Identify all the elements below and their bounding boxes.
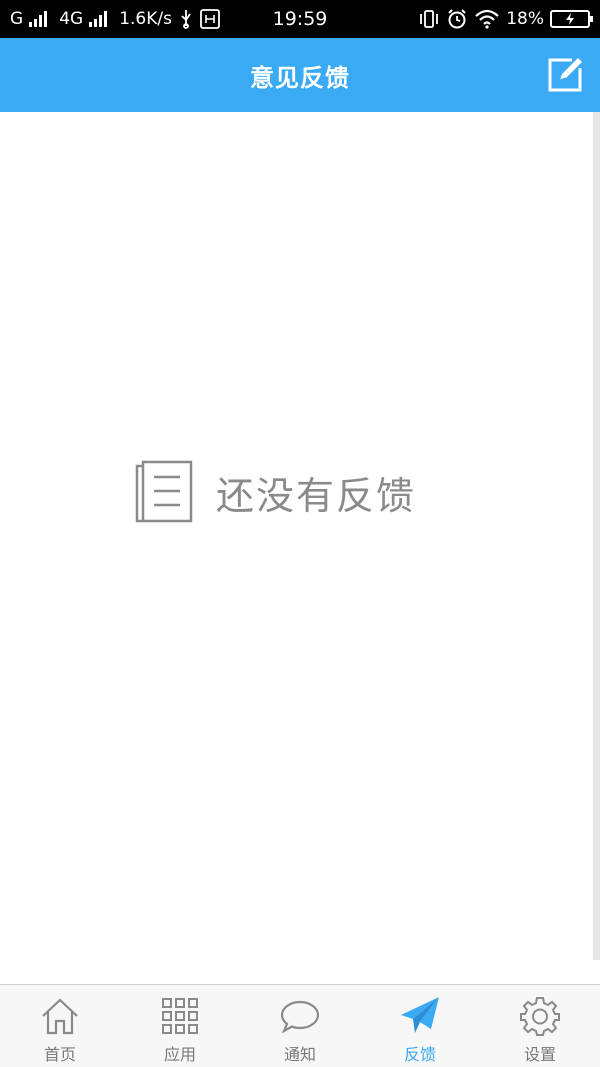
- charging-bolt-icon: [566, 13, 574, 25]
- nav-item-home[interactable]: 首页: [0, 985, 120, 1067]
- nav-label-home: 首页: [43, 1045, 76, 1064]
- nav-label-feedback: 反馈: [403, 1045, 436, 1064]
- nav-label-notifications: 通知: [283, 1045, 316, 1064]
- nav-label-apps: 应用: [163, 1045, 196, 1064]
- nav-item-apps[interactable]: 应用: [120, 985, 240, 1067]
- wifi-icon: [475, 9, 499, 29]
- carrier-2-label: 4G: [59, 9, 84, 29]
- vibrate-icon: [420, 10, 439, 28]
- app-header: 意见反馈: [0, 38, 600, 112]
- signal-2-icon: [89, 11, 108, 27]
- feedback-list[interactable]: 还没有反馈: [0, 112, 600, 984]
- empty-state-message: 还没有反馈: [216, 473, 417, 518]
- battery-icon: [550, 10, 593, 28]
- chat-bubble-icon: [280, 1000, 320, 1034]
- usb-debug-icon: [200, 9, 220, 29]
- signal-1-icon: [29, 11, 48, 27]
- status-left: G 4G 1.6K/s: [10, 9, 220, 29]
- page-title: 意见反馈: [250, 63, 350, 92]
- alarm-icon: [448, 9, 466, 29]
- nav-label-settings: 设置: [523, 1045, 556, 1064]
- gear-icon: [520, 997, 560, 1036]
- scrollbar[interactable]: [593, 112, 600, 960]
- bottom-nav: 首页 应用 通知 反馈 设置: [0, 984, 600, 1067]
- empty-state: 还没有反馈: [134, 460, 416, 524]
- net-speed: 1.6K/s: [119, 9, 172, 29]
- clock: 19:59: [272, 8, 328, 30]
- carrier-1-label: G: [10, 9, 24, 29]
- compose-feedback-button[interactable]: [546, 56, 584, 94]
- nav-item-feedback[interactable]: 反馈: [360, 985, 480, 1067]
- nav-item-settings[interactable]: 设置: [480, 985, 600, 1067]
- home-icon: [42, 998, 78, 1035]
- paper-plane-icon: [401, 997, 439, 1033]
- edit-icon: [548, 58, 582, 92]
- battery-percent: 18%: [506, 9, 544, 29]
- status-bar: G 4G 1.6K/s 19:59 18%: [0, 0, 600, 38]
- document-icon: [135, 460, 193, 523]
- grid-icon: [162, 998, 198, 1034]
- nav-item-notifications[interactable]: 通知: [240, 985, 360, 1067]
- status-right: 18%: [418, 8, 593, 30]
- usb-icon: [181, 10, 191, 29]
